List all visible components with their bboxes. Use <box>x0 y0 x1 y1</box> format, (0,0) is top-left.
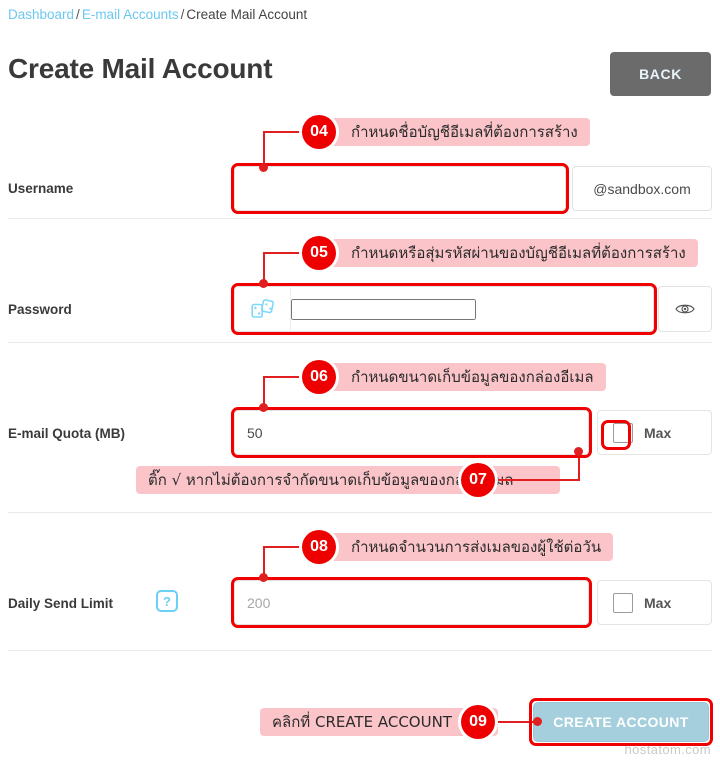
section-divider <box>8 650 712 651</box>
annotation-overlay: กำหนดชื่อบัญชีอีเมลที่ต้องการสร้าง 04 กำ… <box>0 0 720 762</box>
annotation-callout-06: กำหนดขนาดเก็บข้อมูลของกล่องอีเมล <box>305 363 606 391</box>
quota-input[interactable] <box>235 411 588 454</box>
section-divider <box>8 512 712 513</box>
annotation-callout-07: ติ๊ก √ หากไม่ต้องการจำกัดขนาดเก็บข้อมูลข… <box>136 466 560 494</box>
username-domain-suffix: @sandbox.com <box>572 166 712 211</box>
username-input[interactable] <box>235 167 565 210</box>
username-label: Username <box>8 181 74 196</box>
annotation-callout-04: กำหนดชื่อบัญชีอีเมลที่ต้องการสร้าง <box>305 118 590 146</box>
breadcrumb-link-email-accounts[interactable]: E-mail Accounts <box>82 7 179 22</box>
breadcrumb-current: Create Mail Account <box>186 7 308 22</box>
quota-label: E-mail Quota (MB) <box>8 426 125 441</box>
quota-max-label: Max <box>644 424 672 441</box>
password-field-group <box>234 286 654 332</box>
password-label: Password <box>8 302 72 317</box>
breadcrumb-separator: / <box>76 7 80 22</box>
daily-send-limit-max-group[interactable]: Max <box>597 580 712 625</box>
quota-max-checkbox[interactable] <box>613 422 633 443</box>
annotation-badge-04: 04 <box>302 115 336 149</box>
section-divider <box>8 218 712 219</box>
watermark: hostatom.com <box>624 742 711 757</box>
annotation-connector-05 <box>263 252 265 284</box>
quota-max-group[interactable]: Max <box>597 410 712 455</box>
annotation-connector-07 <box>495 479 580 481</box>
annotation-connector-04 <box>263 131 265 168</box>
breadcrumb: Dashboard / E-mail Accounts / Create Mail Ac… <box>8 7 307 22</box>
back-button[interactable]: BACK <box>610 52 711 96</box>
daily-send-limit-input[interactable] <box>235 581 588 624</box>
annotation-callout-08: กำหนดจำนวนการส่งเมลของผู้ใช้ต่อวัน <box>305 533 614 561</box>
annotation-callout-09: คลิกที่ CREATE ACCOUNT <box>260 708 498 736</box>
section-divider <box>8 342 712 343</box>
annotation-badge-09: 09 <box>461 705 495 739</box>
annotation-badge-05: 05 <box>302 236 336 270</box>
create-account-button[interactable]: CREATE ACCOUNT <box>533 702 709 742</box>
breadcrumb-separator: / <box>180 7 185 22</box>
annotation-badge-08: 08 <box>302 530 336 564</box>
annotation-connector-06 <box>263 376 305 378</box>
daily-send-limit-max-checkbox[interactable] <box>613 592 633 613</box>
annotation-badge-06: 06 <box>302 360 336 394</box>
question-mark-icon[interactable]: ? <box>156 590 178 612</box>
username-input-wrapper[interactable] <box>234 166 566 211</box>
daily-send-limit-label: Daily Send Limit <box>8 596 114 611</box>
password-input[interactable] <box>291 298 476 320</box>
annotation-connector-04 <box>263 131 305 133</box>
password-input-wrapper[interactable] <box>290 286 654 332</box>
annotation-connector-08 <box>263 546 265 578</box>
annotation-connector-06 <box>263 376 265 408</box>
annotation-callout-05: กำหนดหรือสุ่มรหัสผ่านของบัญชีอีเมลที่ต้อ… <box>305 239 698 267</box>
dice-icon[interactable] <box>234 286 290 332</box>
quota-input-wrapper[interactable] <box>234 410 589 455</box>
annotation-connector-08 <box>263 546 305 548</box>
breadcrumb-link-dashboard[interactable]: Dashboard <box>8 7 74 22</box>
eye-icon[interactable] <box>658 286 712 332</box>
annotation-connector-07 <box>578 452 580 480</box>
annotation-badge-07: 07 <box>461 463 495 497</box>
create-mail-account-page: Dashboard / E-mail Accounts / Create Mail Ac… <box>0 0 720 762</box>
daily-send-limit-input-wrapper[interactable] <box>234 580 589 625</box>
annotation-connector-05 <box>263 252 305 254</box>
page-title: Create Mail Account <box>8 53 273 84</box>
daily-send-limit-max-label: Max <box>644 594 672 611</box>
